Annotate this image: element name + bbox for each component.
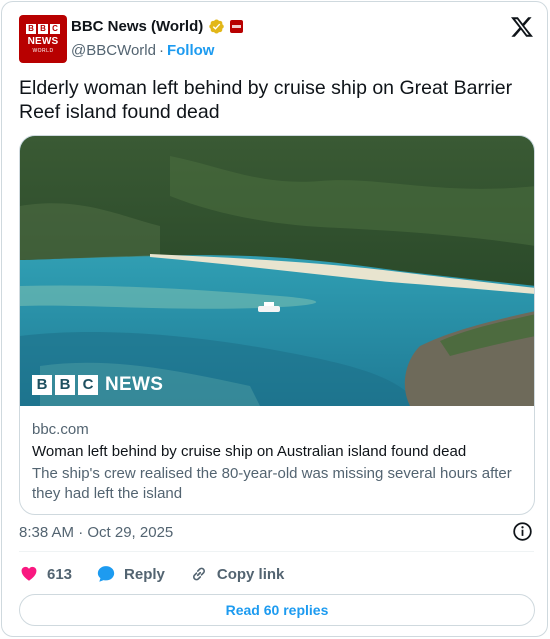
divider bbox=[19, 551, 534, 552]
tweet-text: Elderly woman left behind by cruise ship… bbox=[19, 77, 513, 123]
handle[interactable]: @BBCWorld bbox=[71, 42, 156, 59]
action-bar: 613 Reply Copy link bbox=[19, 563, 308, 585]
bbc-affiliate-icon[interactable] bbox=[230, 20, 244, 33]
bbc-news-watermark: B B C NEWS bbox=[32, 374, 163, 396]
avatar-world-text: WORLD bbox=[32, 48, 54, 54]
copy-link-label: Copy link bbox=[216, 565, 285, 583]
author-name-row: BBC News (World) bbox=[71, 18, 244, 35]
avatar-letter: B bbox=[38, 24, 48, 34]
link-icon bbox=[192, 567, 205, 581]
avatar-letter: C bbox=[50, 24, 60, 34]
like-button[interactable]: 613 bbox=[19, 564, 72, 584]
card-description: The ship's crew realised the 80-year-old… bbox=[32, 465, 512, 502]
card-image[interactable]: B B C NEWS bbox=[20, 136, 534, 406]
avatar-news-text: NEWS bbox=[27, 36, 59, 47]
card-domain: bbc.com bbox=[32, 421, 89, 438]
info-icon[interactable] bbox=[512, 521, 533, 542]
timestamp[interactable]: 8:38 AM · Oct 29, 2025 bbox=[19, 524, 173, 541]
card-title[interactable]: Woman left behind by cruise ship on Aust… bbox=[32, 443, 466, 460]
reply-button[interactable]: Reply bbox=[96, 564, 165, 584]
link-preview-card[interactable]: B B C NEWS bbc.com Woman left behind by … bbox=[19, 135, 535, 515]
watermark-letter: B bbox=[55, 375, 75, 395]
watermark-news: NEWS bbox=[105, 374, 164, 395]
verified-badge-icon bbox=[209, 19, 224, 34]
tweet-card: B B C NEWS WORLD BBC News (World) @BBCWo… bbox=[1, 1, 548, 637]
follow-button[interactable]: Follow bbox=[167, 42, 215, 59]
watermark-letter: B bbox=[32, 375, 52, 395]
watermark-letter: C bbox=[78, 375, 98, 395]
speech-bubble-icon bbox=[97, 566, 115, 582]
avatar[interactable]: B B C NEWS WORLD bbox=[19, 15, 67, 63]
separator-dot: · bbox=[158, 42, 164, 59]
like-count: 613 bbox=[47, 565, 73, 583]
island-photo bbox=[20, 136, 534, 406]
avatar-bbc-blocks: B B C bbox=[26, 24, 60, 34]
read-replies-button[interactable]: Read 60 replies bbox=[19, 594, 535, 626]
x-logo-icon[interactable] bbox=[510, 15, 534, 39]
copy-link-button[interactable]: Copy link bbox=[189, 564, 285, 584]
handle-row: @BBCWorld · Follow bbox=[71, 42, 214, 59]
display-name[interactable]: BBC News (World) bbox=[71, 18, 203, 35]
reply-label: Reply bbox=[124, 565, 165, 583]
avatar-letter: B bbox=[26, 24, 36, 34]
heart-icon bbox=[21, 566, 37, 581]
